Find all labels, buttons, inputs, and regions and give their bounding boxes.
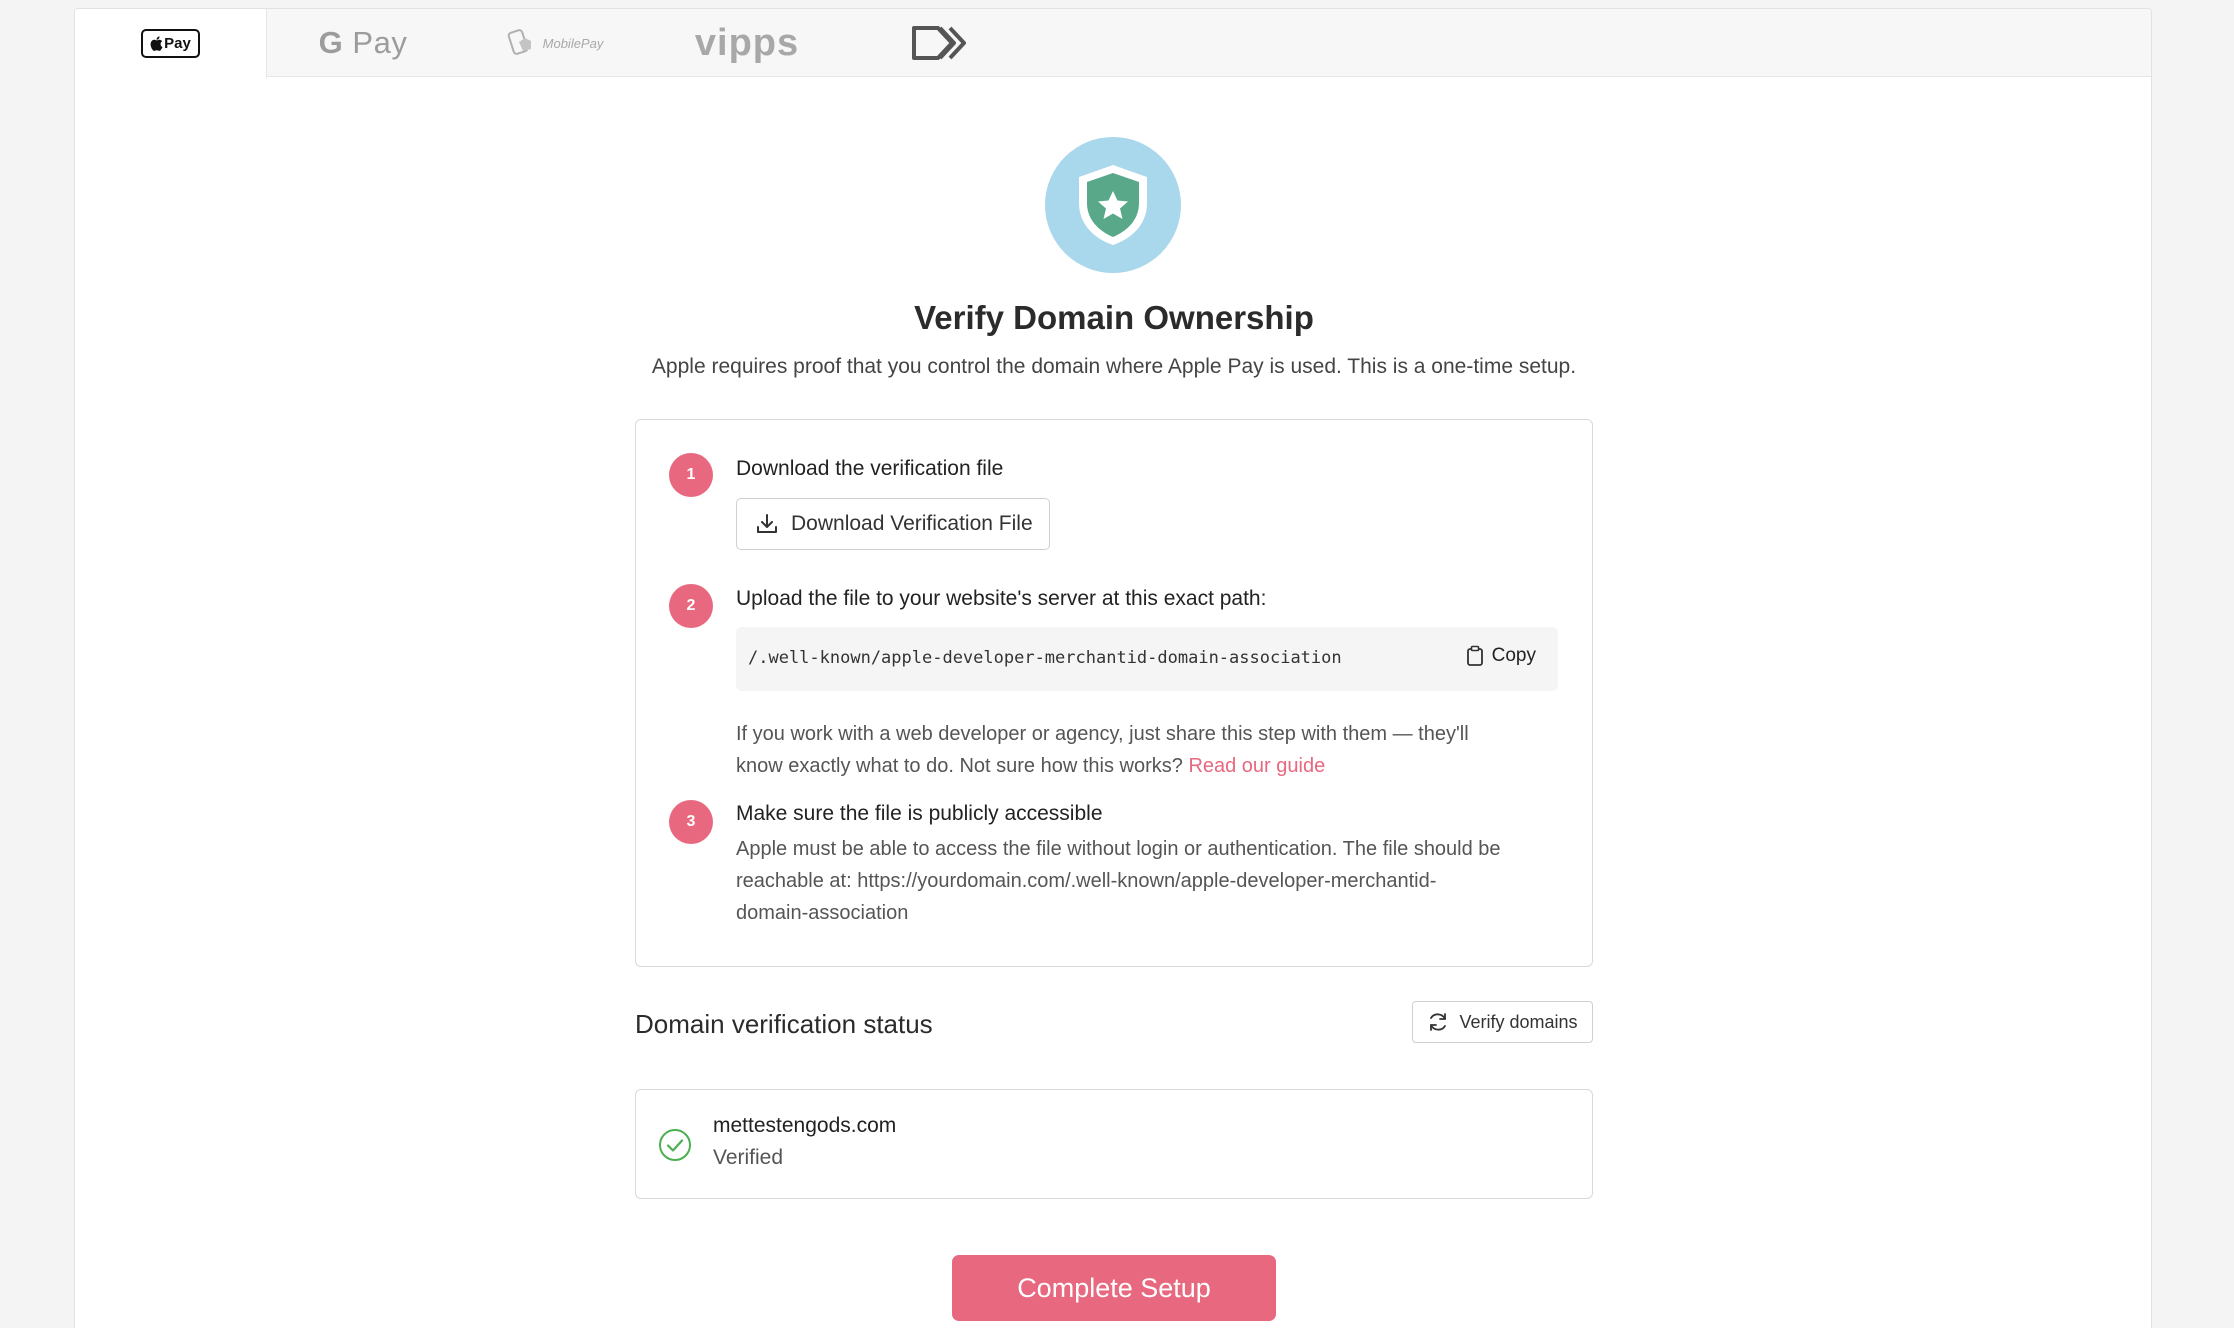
- apple-pay-logo: Pay: [141, 29, 200, 58]
- google-pay-label: Pay: [352, 25, 408, 60]
- tab-mobilepay[interactable]: MobilePay: [459, 9, 651, 77]
- step-number-3: 3: [669, 800, 713, 844]
- desc-line-2: reachable at: https://yourdomain.com/.we…: [736, 870, 1437, 892]
- desc-line-1: Apple must be able to access the file wi…: [736, 838, 1501, 860]
- domain-status-item: mettestengods.com Verified: [635, 1089, 1593, 1199]
- domain-verification-status: Verified: [713, 1146, 784, 1169]
- domain-status-title: Domain verification status: [635, 1009, 933, 1039]
- copy-path-button[interactable]: Copy: [1466, 645, 1536, 667]
- note-line-1: If you work with a web developer or agen…: [736, 723, 1469, 745]
- page-title: Verify Domain Ownership: [914, 299, 1314, 336]
- desc-line-3: domain-association: [736, 902, 909, 924]
- steps-card: 1 Download the verification file Downloa…: [635, 419, 1593, 967]
- mobilepay-logo: MobilePay: [507, 28, 604, 58]
- complete-setup-button[interactable]: Complete Setup: [952, 1255, 1276, 1321]
- mobilepay-label: MobilePay: [542, 35, 604, 51]
- double-chevron-logo-icon: [912, 26, 966, 60]
- apple-pay-label: Pay: [164, 35, 191, 52]
- tab-apple-pay[interactable]: Pay: [75, 9, 267, 78]
- step-2-note: If you work with a web developer or agen…: [736, 718, 1566, 782]
- shield-star-icon: [1079, 165, 1147, 245]
- check-circle-icon: [659, 1129, 691, 1161]
- read-guide-link[interactable]: Read our guide: [1188, 755, 1325, 777]
- file-path-text[interactable]: /.well-known/apple-developer-merchantid-…: [748, 648, 1342, 668]
- google-pay-logo: G Pay: [318, 25, 408, 60]
- step-title-3: Make sure the file is publicly accessibl…: [736, 802, 1103, 825]
- vipps-logo: vipps: [694, 21, 800, 64]
- tab-google-pay[interactable]: G Pay: [267, 9, 459, 77]
- shield-badge: [1045, 137, 1181, 273]
- mobilepay-icon: [507, 29, 531, 55]
- payment-method-tabs: Pay G Pay MobilePay vipps: [75, 9, 2151, 78]
- tab-vipps[interactable]: vipps: [651, 9, 843, 77]
- page-subtitle: Apple requires proof that you control th…: [651, 355, 1577, 378]
- step-title-1: Download the verification file: [736, 457, 1004, 480]
- tab-other-provider[interactable]: [843, 9, 1035, 77]
- domain-name: mettestengods.com: [713, 1114, 897, 1137]
- step-number-1: 1: [669, 453, 713, 497]
- download-icon: [757, 514, 777, 533]
- copy-label: Copy: [1491, 645, 1536, 666]
- step-3-description: Apple must be able to access the file wi…: [736, 833, 1566, 929]
- step-title-2: Upload the file to your website's server…: [736, 587, 1267, 610]
- clipboard-icon: [1466, 645, 1483, 666]
- verify-domains-button[interactable]: Verify domains: [1412, 1001, 1593, 1043]
- verify-domains-label: Verify domains: [1459, 1011, 1578, 1032]
- apple-icon: [150, 36, 163, 51]
- payment-setup-panel: Pay G Pay MobilePay vipps Verify Domain …: [74, 8, 2152, 1328]
- refresh-icon: [1430, 1013, 1447, 1031]
- step-number-2: 2: [669, 584, 713, 628]
- note-line-2: know exactly what to do. Not sure how th…: [736, 755, 1183, 777]
- download-verification-button[interactable]: Download Verification File: [736, 498, 1050, 550]
- file-path-box: /.well-known/apple-developer-merchantid-…: [736, 627, 1558, 691]
- download-button-label: Download Verification File: [791, 512, 1033, 535]
